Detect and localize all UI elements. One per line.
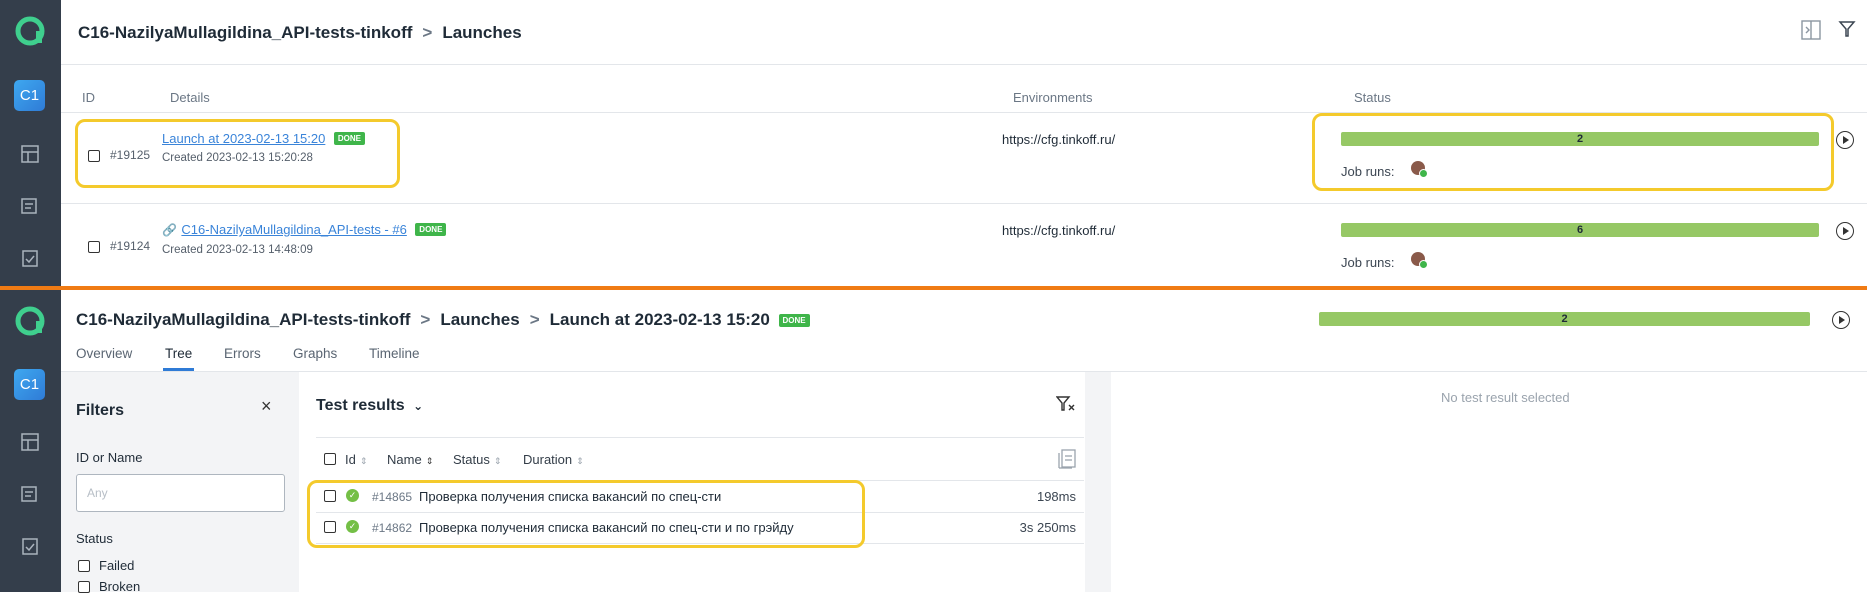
play-icon[interactable] — [1836, 222, 1854, 240]
sidebar: C1 — [0, 0, 61, 288]
tabs-divider — [61, 371, 1867, 372]
col-duration[interactable]: Duration ⇕ — [523, 452, 584, 467]
launch-created: Created 2023-02-13 14:48:09 — [162, 244, 313, 256]
panel-gutter — [1085, 372, 1111, 592]
tab-tree[interactable]: Tree — [165, 346, 192, 361]
sort-icon: ⇕ — [576, 456, 584, 466]
no-selection-message: No test result selected — [1441, 390, 1570, 405]
sidebar: C1 — [0, 290, 61, 592]
status-badge: DONE — [778, 314, 810, 328]
breadcrumb-launch: Launch at 2023-02-13 15:20 — [549, 310, 770, 329]
results-divider — [316, 437, 1084, 438]
test-duration: 3s 250ms — [1019, 520, 1076, 535]
link-icon: 🔗 — [162, 223, 177, 237]
launches-icon[interactable] — [13, 241, 47, 275]
allure-logo-icon[interactable] — [13, 14, 47, 48]
tab-errors[interactable]: Errors — [224, 346, 261, 361]
col-environments: Environments — [1013, 90, 1093, 105]
col-details: Details — [170, 90, 210, 105]
play-icon[interactable] — [1832, 311, 1850, 329]
project-avatar[interactable]: C1 — [14, 80, 45, 111]
highlight-box — [307, 480, 865, 548]
row-divider — [61, 203, 1867, 204]
status-failed-label: Failed — [99, 558, 135, 573]
breadcrumb-page: Launches — [442, 23, 522, 42]
breadcrumb-launches[interactable]: Launches — [440, 310, 519, 329]
row-checkbox[interactable] — [88, 241, 100, 253]
filters-panel: Filters × ID or Name Any Status Failed B… — [61, 372, 299, 594]
tab-timeline[interactable]: Timeline — [369, 346, 420, 361]
columns-settings-icon[interactable] — [1058, 449, 1076, 474]
play-icon[interactable] — [1836, 131, 1854, 149]
status-failed-checkbox[interactable] — [78, 560, 90, 572]
chevron-right-icon: > — [422, 23, 433, 42]
breadcrumb: C16-NazilyaMullagildina_API-tests-tinkof… — [78, 23, 522, 43]
dashboard-icon[interactable] — [13, 425, 47, 459]
project-avatar[interactable]: C1 — [14, 369, 45, 400]
test-cases-icon[interactable] — [13, 477, 47, 511]
col-id: ID — [82, 90, 95, 105]
col-id[interactable]: Id ⇕ — [345, 452, 367, 467]
launch-id: #19124 — [110, 239, 151, 253]
chevron-right-icon: > — [420, 310, 431, 329]
clear-filter-icon[interactable] — [1055, 396, 1076, 419]
launch-link[interactable]: C16-NazilyaMullagildina_API-tests - #6 — [181, 222, 406, 237]
header-divider — [61, 64, 1867, 65]
breadcrumb-project[interactable]: C16-NazilyaMullagildina_API-tests-tinkof… — [78, 23, 412, 42]
filter-icon[interactable] — [1838, 20, 1856, 43]
sort-icon: ⇕ — [493, 456, 502, 466]
breadcrumb: C16-NazilyaMullagildina_API-tests-tinkof… — [76, 310, 810, 330]
col-name[interactable]: Name ⇕ — [387, 452, 433, 467]
select-all-checkbox[interactable] — [324, 453, 336, 465]
job-runs-label: Job runs: — [1341, 255, 1395, 270]
highlight-box — [75, 119, 400, 188]
tab-overview[interactable]: Overview — [76, 346, 132, 361]
launch-environment: https://cfg.tinkoff.ru/ — [1002, 223, 1116, 238]
launch-environment: https://cfg.tinkoff.ru/ — [1002, 132, 1116, 147]
breadcrumb-project[interactable]: C16-NazilyaMullagildina_API-tests-tinkof… — [76, 310, 410, 329]
split-view-icon[interactable] — [1800, 19, 1822, 46]
id-or-name-label: ID or Name — [76, 450, 143, 465]
status-bar[interactable]: 6 — [1341, 223, 1819, 237]
col-status: Status — [1354, 90, 1391, 105]
launches-icon[interactable] — [13, 529, 47, 563]
screenshot-divider — [0, 286, 1867, 290]
highlight-box — [1312, 113, 1834, 191]
status-badge: DONE — [415, 223, 447, 237]
sort-icon: ⇕ — [359, 456, 368, 466]
status-filter-label: Status — [76, 531, 113, 546]
test-results-title[interactable]: Test results ⌄ — [316, 397, 423, 415]
id-or-name-input[interactable]: Any — [76, 474, 285, 512]
status-broken-checkbox[interactable] — [78, 581, 90, 593]
close-icon[interactable]: × — [261, 396, 272, 417]
launch-title: 🔗 C16-NazilyaMullagildina_API-tests - #6… — [162, 221, 447, 239]
dashboard-icon[interactable] — [13, 137, 47, 171]
test-cases-icon[interactable] — [13, 189, 47, 223]
test-duration: 198ms — [1036, 489, 1076, 504]
allure-logo-icon[interactable] — [13, 304, 47, 338]
chevron-right-icon: > — [529, 310, 540, 329]
chevron-down-icon: ⌄ — [413, 399, 424, 413]
tab-graphs[interactable]: Graphs — [293, 346, 337, 361]
sort-icon: ⇕ — [425, 456, 434, 466]
filters-title: Filters — [76, 402, 125, 419]
status-bar[interactable]: 2 — [1319, 312, 1810, 326]
test-results-label: Test results — [316, 397, 405, 414]
avatar[interactable] — [1411, 252, 1428, 269]
col-status[interactable]: Status ⇕ — [453, 452, 501, 467]
